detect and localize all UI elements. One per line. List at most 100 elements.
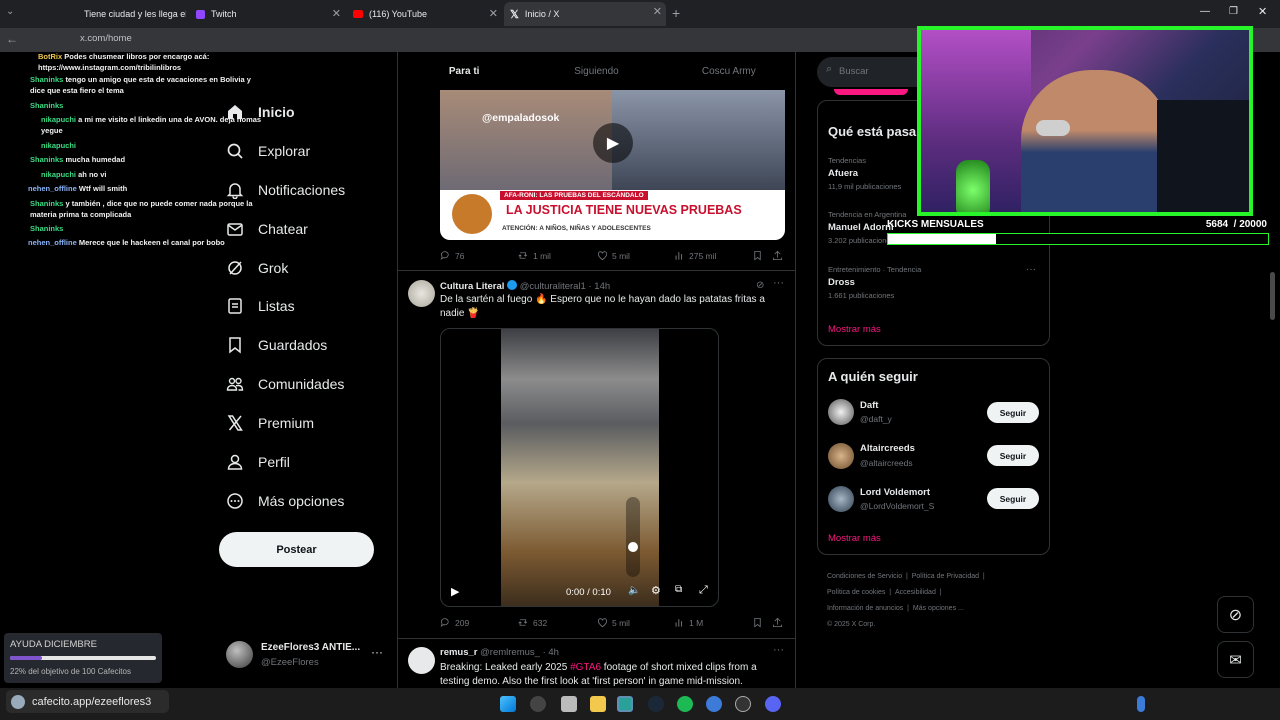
footer-link[interactable]: Política de Privacidad <box>912 573 979 580</box>
views-button[interactable]: 1 M <box>674 617 703 628</box>
grok-icon[interactable]: ⊘ <box>756 280 764 291</box>
chat-username[interactable]: nikapuchi <box>41 141 76 150</box>
grok-float-button[interactable]: ⊘ <box>1217 596 1254 633</box>
author-name[interactable]: remus_r <box>440 647 478 658</box>
pip-icon[interactable]: ⧉ <box>675 584 682 595</box>
author-handle[interactable]: @culturaliteral1 <box>520 281 586 292</box>
account-switcher[interactable]: EzeeFlores3 ANTIE... @EzeeFlores ··· <box>222 635 392 677</box>
avatar[interactable] <box>828 486 854 512</box>
follow-name[interactable]: Altaircreeds <box>860 443 915 454</box>
chat-username[interactable]: Shaninks <box>30 75 63 84</box>
chat-username[interactable]: nehen_offline <box>28 238 77 247</box>
microphone-icon[interactable] <box>1137 696 1145 712</box>
repost-button[interactable]: 632 <box>518 617 547 628</box>
chat-username[interactable]: nikapuchi <box>41 170 76 179</box>
play-icon[interactable]: ▶ <box>451 585 459 598</box>
views-button[interactable]: 275 mil <box>674 250 716 261</box>
nav-item-listas[interactable]: Listas <box>226 297 295 315</box>
show-more-link[interactable]: Mostrar más <box>828 533 881 544</box>
more-dots-icon[interactable]: ··· <box>371 645 383 659</box>
tab-youtube[interactable]: (116) YouTube ✕ <box>347 4 502 24</box>
chat-username[interactable]: Shaninks <box>30 155 63 164</box>
spotify-icon[interactable] <box>677 696 693 712</box>
chat-username[interactable]: Shaninks <box>30 224 63 233</box>
footer-link[interactable]: Información de anuncios <box>827 605 903 612</box>
edge-browser-icon[interactable] <box>617 696 633 712</box>
close-icon[interactable]: ✕ <box>653 5 662 18</box>
nav-item-más-opciones[interactable]: Más opciones <box>226 492 344 510</box>
nav-item-guardados[interactable]: Guardados <box>226 336 327 354</box>
tweet-1-video[interactable]: @empaladosok ▶ AFA-RONI: LAS PRUEBAS DEL… <box>440 90 785 240</box>
author-handle[interactable]: @remlremus_ <box>480 647 540 658</box>
play-button-icon[interactable]: ▶ <box>593 123 633 163</box>
tab-coscu-army[interactable]: Coscu Army <box>663 52 795 90</box>
back-arrow-icon[interactable]: ← <box>6 32 18 46</box>
settings-icon[interactable]: ⚙ <box>651 584 661 597</box>
obs-icon[interactable] <box>735 696 751 712</box>
search-icon[interactable] <box>530 696 546 712</box>
chat-username[interactable]: Shaninks <box>30 101 63 110</box>
footer-link[interactable]: Condiciones de Servicio <box>827 573 902 580</box>
tab-x[interactable]: 𝕏 Inicio / X ✕ <box>504 2 666 26</box>
chat-username[interactable]: Shaninks <box>30 199 63 208</box>
follow-button[interactable]: Seguir <box>987 488 1039 509</box>
nav-item-grok[interactable]: Grok <box>226 259 288 277</box>
show-more-link[interactable]: Mostrar más <box>828 324 881 335</box>
repost-button[interactable]: 1 mil <box>518 250 551 261</box>
steam-icon[interactable] <box>648 696 664 712</box>
footer-link[interactable]: Accesibilidad <box>895 589 936 596</box>
windows-start-icon[interactable] <box>500 696 516 712</box>
tab-siguiendo[interactable]: Siguiendo <box>530 52 662 90</box>
trend-item[interactable]: Entretenimiento · Tendencia Dross 1.661 … <box>828 265 1040 305</box>
follow-button[interactable]: Seguir <box>987 445 1039 466</box>
share-button[interactable] <box>772 250 787 261</box>
chat-username[interactable]: nikapuchi <box>41 115 76 124</box>
minimize-icon[interactable]: — <box>1200 6 1210 17</box>
share-button[interactable] <box>772 617 787 628</box>
like-button[interactable]: 5 mil <box>597 250 630 261</box>
reply-button[interactable]: 209 <box>440 617 469 628</box>
hashtag-link[interactable]: #GTA6 <box>570 662 601 673</box>
tab-para-ti[interactable]: Para ti <box>398 52 530 90</box>
discord-icon[interactable] <box>765 696 781 712</box>
avatar[interactable] <box>828 399 854 425</box>
scrollbar[interactable] <box>1270 272 1275 320</box>
like-button[interactable]: 5 mil <box>597 617 630 628</box>
footer-link[interactable]: Más opciones ... <box>913 605 964 612</box>
fullscreen-icon[interactable]: ⤢ <box>699 584 708 597</box>
premium-pill[interactable] <box>834 89 908 95</box>
tab-1[interactable]: Tiene ciudad y les llega el Coman <box>26 4 186 24</box>
new-tab-icon[interactable]: + <box>672 5 680 21</box>
nav-item-premium[interactable]: Premium <box>226 414 314 432</box>
more-dots-icon[interactable]: ··· <box>773 277 784 289</box>
messages-float-button[interactable]: ✉ <box>1217 641 1254 678</box>
restore-icon[interactable]: ❐ <box>1229 6 1238 17</box>
author-name[interactable]: Cultura Literal <box>440 281 504 292</box>
follow-button[interactable]: Seguir <box>987 402 1039 423</box>
chat-username[interactable]: nehen_offline <box>28 184 77 193</box>
chat-username[interactable]: BotRix <box>38 52 62 61</box>
post-button[interactable]: Postear <box>219 532 374 567</box>
close-icon[interactable]: ✕ <box>489 7 498 20</box>
file-explorer-icon[interactable] <box>590 696 606 712</box>
volume-slider[interactable] <box>626 497 640 577</box>
bookmark-button[interactable] <box>752 617 767 628</box>
task-view-icon[interactable] <box>561 696 577 712</box>
avatar[interactable] <box>408 280 435 307</box>
app-icon[interactable] <box>706 696 722 712</box>
tab-twitch[interactable]: Twitch ✕ <box>190 4 345 24</box>
volume-slider-thumb[interactable] <box>628 542 638 552</box>
cafecito-link[interactable]: cafecito.app/ezeeflores3 <box>6 690 169 713</box>
tab-list-chevron-icon[interactable]: ⌄ <box>6 6 14 17</box>
bookmark-button[interactable] <box>752 250 767 261</box>
nav-item-comunidades[interactable]: Comunidades <box>226 375 344 393</box>
more-dots-icon[interactable]: ··· <box>773 644 784 656</box>
more-dots-icon[interactable]: ··· <box>1026 264 1036 275</box>
avatar[interactable] <box>828 443 854 469</box>
footer-link[interactable]: Política de cookies <box>827 589 885 596</box>
reply-button[interactable]: 76 <box>440 250 464 261</box>
follow-name[interactable]: Daft <box>860 400 878 411</box>
volume-icon[interactable]: 🔈 <box>628 585 640 596</box>
close-icon[interactable]: ✕ <box>332 7 341 20</box>
url-field[interactable]: x.com/home <box>80 33 132 44</box>
